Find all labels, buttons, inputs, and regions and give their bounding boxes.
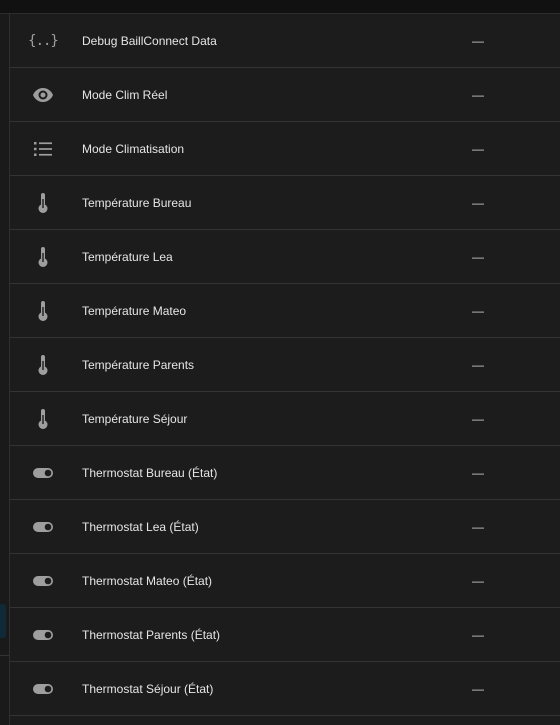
entity-row[interactable]: Thermostat Mateo (État) — [10, 554, 560, 608]
entity-row[interactable]: {..} Debug BaillConnect Data — [10, 14, 560, 68]
entity-state: — [472, 249, 484, 264]
format-list-bulleted-icon [31, 137, 55, 161]
eye-icon [31, 83, 55, 107]
entity-name: Thermostat Mateo (État) [82, 573, 213, 588]
entity-name: Température Parents [82, 357, 195, 372]
entity-state: — [472, 627, 484, 642]
entity-state: — [472, 195, 484, 210]
entity-row[interactable]: Thermostat Bureau (État) — [10, 446, 560, 500]
entity-state: — [472, 465, 484, 480]
entity-state: — [472, 519, 484, 534]
code-braces-icon: {..} [28, 32, 59, 49]
entity-name: Température Bureau [82, 195, 192, 210]
sidebar-divider [0, 655, 9, 656]
entity-row[interactable]: Mode Climatisation — [10, 122, 560, 176]
entity-state: — [472, 411, 484, 426]
entity-name: Thermostat Séjour (État) [82, 681, 214, 696]
thermometer-icon [31, 245, 55, 269]
toggle-switch-icon [31, 461, 55, 485]
entity-state: — [472, 303, 484, 318]
entity-name: Mode Clim Réel [82, 87, 168, 102]
sidebar-selected-indicator[interactable] [0, 604, 6, 638]
thermometer-icon [31, 407, 55, 431]
entity-list: {..} Debug BaillConnect Data — Mode Clim… [10, 14, 560, 716]
thermometer-icon [31, 353, 55, 377]
toggle-switch-icon [31, 623, 55, 647]
entity-row[interactable]: Température Lea — [10, 230, 560, 284]
entity-state: — [472, 33, 484, 48]
entity-row[interactable]: Température Bureau — [10, 176, 560, 230]
entity-state: — [472, 141, 484, 156]
entity-name: Debug BaillConnect Data [82, 33, 217, 48]
entity-name: Thermostat Lea (État) [82, 519, 199, 534]
entity-row[interactable]: Thermostat Lea (État) — [10, 500, 560, 554]
toggle-switch-icon [31, 569, 55, 593]
entity-row[interactable]: Thermostat Parents (État) — [10, 608, 560, 662]
entity-row[interactable]: Température Parents — [10, 338, 560, 392]
entity-name: Température Séjour [82, 411, 188, 426]
entity-state: — [472, 681, 484, 696]
thermometer-icon [31, 191, 55, 215]
entity-state: — [472, 87, 484, 102]
toggle-switch-icon [31, 677, 55, 701]
entity-state: — [472, 357, 484, 372]
entity-name: Température Lea [82, 249, 173, 264]
entity-row[interactable]: Thermostat Séjour (État) — [10, 662, 560, 716]
entity-name: Mode Climatisation [82, 141, 185, 156]
top-app-bar [0, 0, 560, 14]
toggle-switch-icon [31, 515, 55, 539]
entity-name: Thermostat Parents (État) [82, 627, 221, 642]
entity-row[interactable]: Température Séjour — [10, 392, 560, 446]
thermometer-icon [31, 299, 55, 323]
sidebar-edge [0, 14, 10, 725]
entity-name: Thermostat Bureau (État) [82, 465, 218, 480]
entity-name: Température Mateo [82, 303, 187, 318]
entity-row[interactable]: Température Mateo — [10, 284, 560, 338]
entity-row[interactable]: Mode Clim Réel — [10, 68, 560, 122]
entity-state: — [472, 573, 484, 588]
